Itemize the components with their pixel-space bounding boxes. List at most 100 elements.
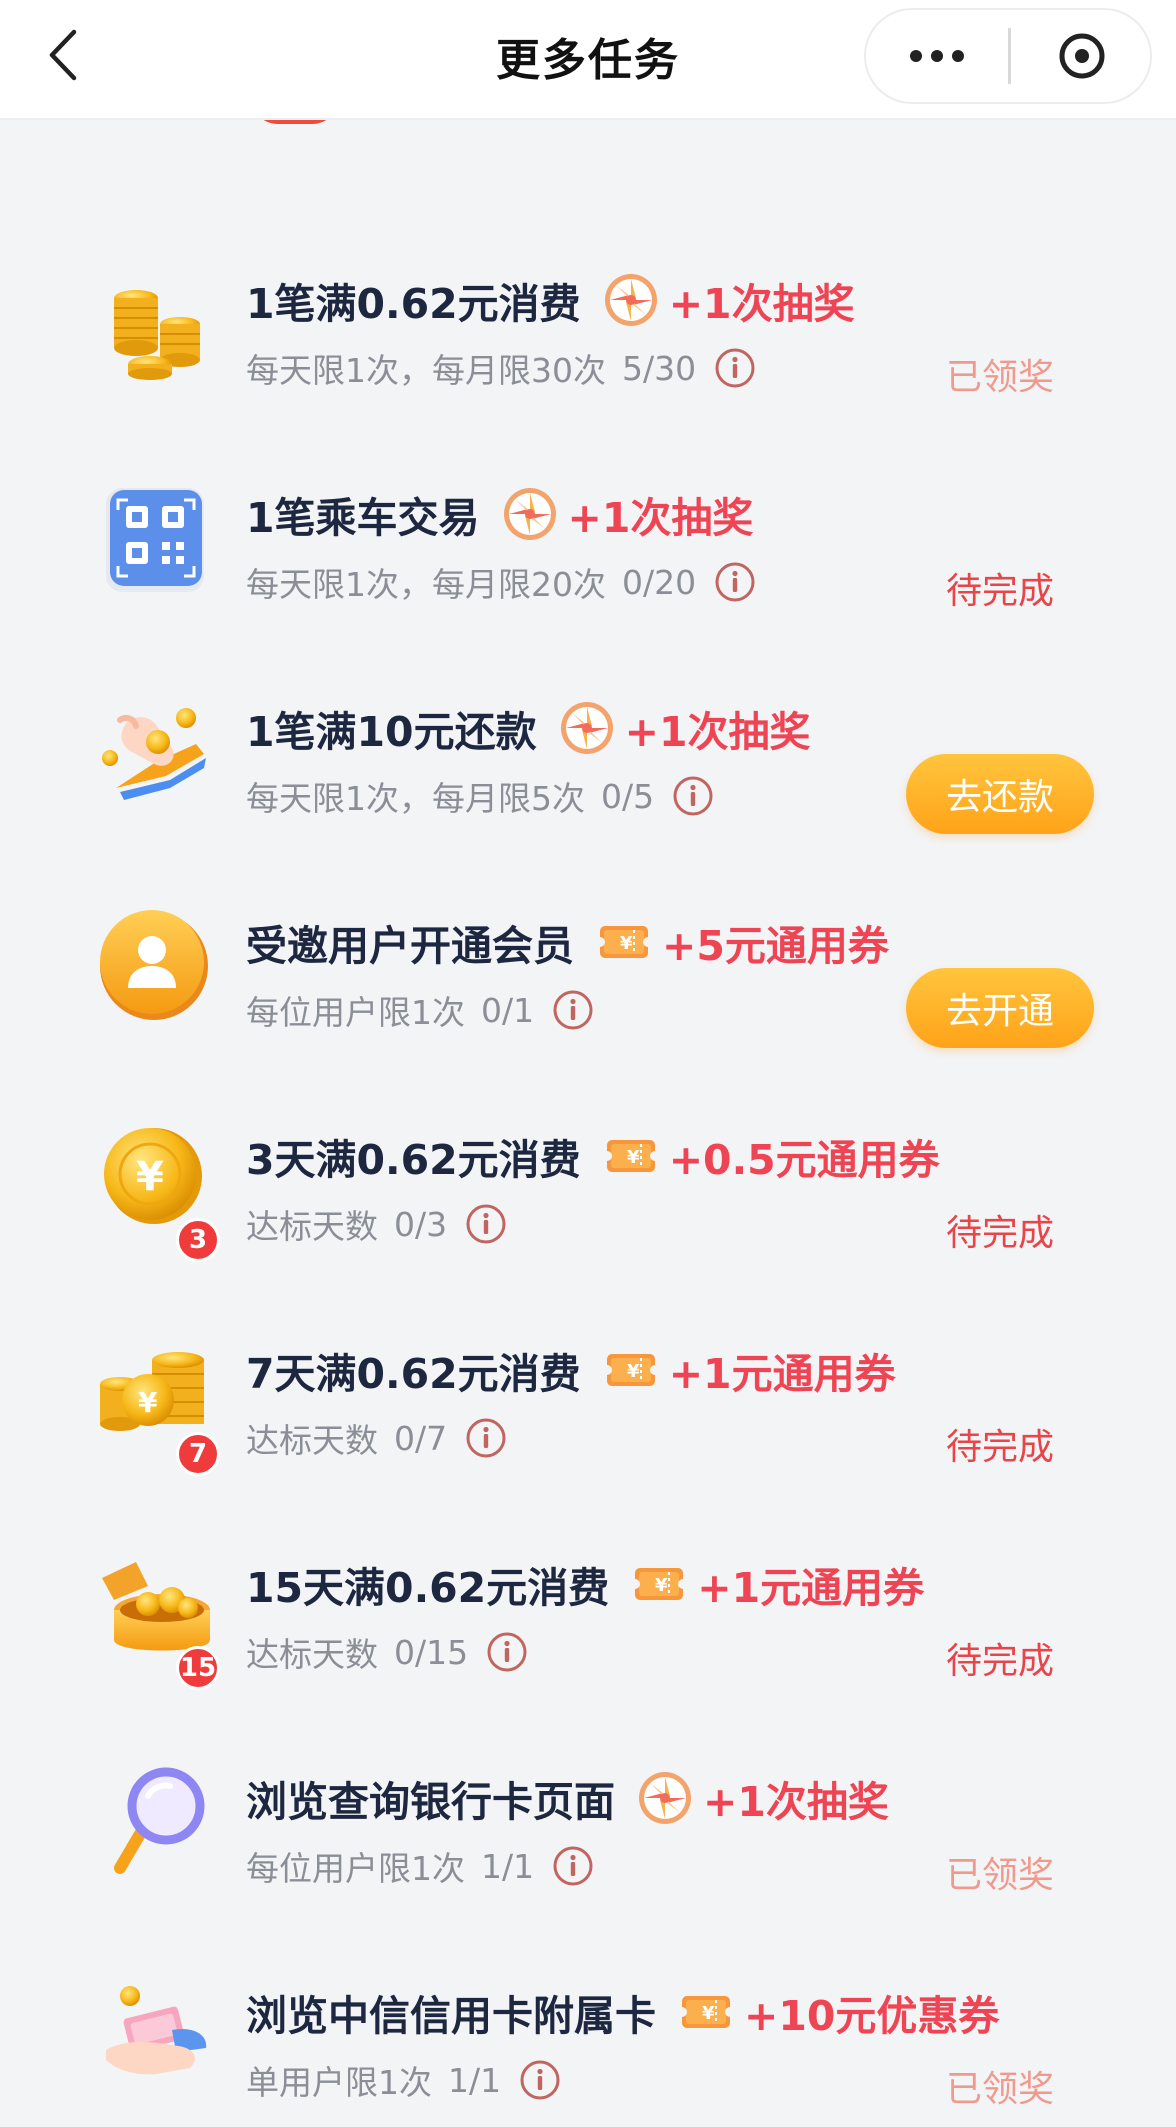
task-progress: 0/3	[394, 1204, 448, 1244]
task-status: 待完成	[945, 1427, 1054, 1468]
info-icon[interactable]	[714, 347, 756, 389]
capsule-divider	[1008, 28, 1011, 84]
hand-with-coins-icon	[102, 708, 206, 800]
task-limit: 每天限1次，每月限5次	[246, 779, 585, 818]
task-status: 待完成	[945, 571, 1054, 612]
mini-program-capsule	[864, 8, 1152, 104]
qr-code-icon	[106, 488, 204, 592]
task-limit: 达标天数	[246, 1207, 378, 1246]
close-button[interactable]	[1012, 10, 1152, 102]
info-icon[interactable]	[465, 1203, 507, 1245]
activate-button[interactable]: 去开通	[906, 968, 1094, 1048]
top-bar-divider	[0, 118, 1176, 120]
task-title: 浏览中信信用卡附属卡	[246, 1992, 656, 2040]
task-title-row: 受邀用户开通会员 +5元通用券	[246, 912, 889, 972]
task-limit-row: 达标天数 0/3	[246, 1200, 507, 1248]
task-limit-row: 每位用户限1次 1/1	[246, 1842, 594, 1890]
more-dots-icon	[910, 50, 964, 62]
task-status: 已领奖	[945, 357, 1054, 398]
task-title: 受邀用户开通会员	[246, 922, 574, 970]
task-item: 浏览中信信用卡附属卡 +10元优惠券 单用户限1次 1/1 已领奖	[0, 1930, 1176, 2127]
task-reward: +1元通用券	[697, 1564, 925, 1612]
info-icon[interactable]	[465, 1417, 507, 1459]
task-title: 1笔满0.62元消费	[246, 280, 581, 328]
task-limit: 达标天数	[246, 1421, 378, 1460]
repay-button[interactable]: 去还款	[906, 754, 1094, 834]
coupon-ticket-icon	[631, 1556, 687, 1612]
close-circle-icon	[1059, 33, 1105, 79]
task-limit-row: 每天限1次，每月限5次 0/5	[246, 772, 714, 820]
task-title: 15天满0.62元消费	[246, 1564, 610, 1612]
task-reward: +1次抽奖	[624, 708, 811, 756]
task-title-row: 1笔乘车交易 +1次抽奖	[246, 484, 753, 544]
task-title-row: 7天满0.62元消费 +1元通用券	[246, 1340, 896, 1400]
task-reward: +10元优惠券	[744, 1992, 1000, 2040]
task-progress: 1/1	[481, 1846, 535, 1886]
task-title: 浏览查询银行卡页面	[246, 1778, 615, 1826]
task-limit-row: 达标天数 0/7	[246, 1414, 507, 1462]
task-item: 1笔满10元还款 +1次抽奖 每天限1次，每月限5次 0/5 去还款	[0, 646, 1176, 860]
task-item: 1笔乘车交易 +1次抽奖 每天限1次，每月限20次 0/20 待完成	[0, 432, 1176, 646]
task-reward: +1次抽奖	[668, 280, 855, 328]
hand-with-cash-icon	[106, 1986, 207, 2075]
task-item: 受邀用户开通会员 +5元通用券 每位用户限1次 0/1 去开通	[0, 860, 1176, 1074]
task-limit: 每位用户限1次	[246, 1849, 465, 1888]
coupon-ticket-icon	[678, 1984, 734, 2040]
task-limit: 达标天数	[246, 1635, 378, 1674]
task-title: 1笔乘车交易	[246, 494, 480, 542]
coupon-ticket-icon	[603, 1128, 659, 1184]
task-progress: 1/1	[448, 2060, 502, 2100]
task-limit: 每位用户限1次	[246, 993, 465, 1032]
task-title-row: 浏览查询银行卡页面 +1次抽奖	[246, 1768, 889, 1828]
task-item: 浏览查询银行卡页面 +1次抽奖 每位用户限1次 1/1 已领奖	[0, 1716, 1176, 1930]
task-limit-row: 每天限1次，每月限20次 0/20	[246, 558, 756, 606]
task-limit-row: 单用户限1次 1/1	[246, 2056, 561, 2104]
task-limit-row: 达标天数 0/15	[246, 1628, 528, 1676]
task-progress: 0/1	[481, 990, 535, 1030]
task-limit-row: 每天限1次，每月限30次 5/30	[246, 344, 756, 392]
task-title: 1笔满10元还款	[246, 708, 537, 756]
task-limit-row: 每位用户限1次 0/1	[246, 986, 594, 1034]
magnifier-icon	[114, 1767, 205, 1874]
task-limit: 单用户限1次	[246, 2063, 432, 2102]
task-title-row: 3天满0.62元消费 +0.5元通用券	[246, 1126, 940, 1186]
info-icon[interactable]	[519, 2059, 561, 2101]
svg-text:¥: ¥	[136, 1154, 164, 1200]
lottery-disc-icon	[603, 272, 659, 328]
more-button[interactable]	[866, 10, 1008, 102]
lottery-disc-icon	[637, 1770, 693, 1826]
day-count-badge: 7	[176, 1432, 220, 1476]
task-title-row: 浏览中信信用卡附属卡 +10元优惠券	[246, 1982, 999, 2042]
info-icon[interactable]	[552, 989, 594, 1031]
info-icon[interactable]	[486, 1631, 528, 1673]
svg-text:¥: ¥	[138, 1386, 158, 1419]
task-limit: 每天限1次，每月限20次	[246, 565, 606, 604]
task-item: ¥ 3 3天满0.62元消费 +0.5元通用券 达标天数 0/3 待完成	[0, 1074, 1176, 1288]
task-reward: +1次抽奖	[703, 1778, 889, 1826]
task-item: ¥ 7 7天满0.62元消费 +1元通用券 达标天数 0/7 待完成	[0, 1288, 1176, 1502]
top-bar: 更多任务	[0, 0, 1176, 118]
task-progress: 0/7	[394, 1418, 448, 1458]
task-title-row: 1笔满0.62元消费 +1次抽奖	[246, 270, 855, 330]
task-item: 15 15天满0.62元消费 +1元通用券 达标天数 0/15 待完成	[0, 1502, 1176, 1716]
task-status: 待完成	[945, 1213, 1054, 1254]
task-title-row: 1笔满10元还款 +1次抽奖	[246, 698, 810, 758]
task-reward: +1次抽奖	[567, 494, 754, 542]
task-progress: 0/20	[622, 562, 697, 602]
info-icon[interactable]	[552, 1845, 594, 1887]
task-item: 1笔满0.62元消费 +1次抽奖 每天限1次，每月限30次 5/30 已领奖	[0, 218, 1176, 432]
user-avatar-icon	[100, 910, 208, 1020]
task-title: 7天满0.62元消费	[246, 1350, 581, 1398]
task-reward: +1元通用券	[668, 1350, 896, 1398]
task-limit: 每天限1次，每月限30次	[246, 351, 606, 390]
task-status: 已领奖	[945, 1855, 1054, 1896]
day-count-badge: 15	[176, 1646, 220, 1690]
task-status: 待完成	[945, 1641, 1054, 1682]
task-reward: +0.5元通用券	[668, 1136, 940, 1184]
info-icon[interactable]	[672, 775, 714, 817]
task-progress: 0/15	[394, 1632, 469, 1672]
info-icon[interactable]	[714, 561, 756, 603]
lottery-disc-icon	[559, 700, 615, 756]
task-progress: 0/5	[601, 776, 655, 816]
task-title: 3天满0.62元消费	[246, 1136, 581, 1184]
